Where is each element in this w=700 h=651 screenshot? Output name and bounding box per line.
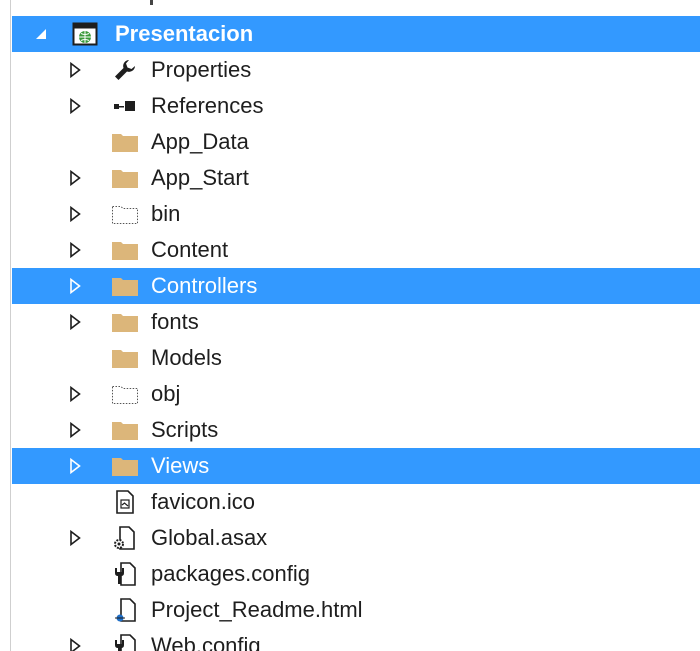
- tree-item-fonts[interactable]: fonts: [12, 304, 700, 340]
- web-project-icon: [70, 16, 100, 52]
- tree-item-obj[interactable]: obj: [12, 376, 700, 412]
- expand-triangle-icon[interactable]: [68, 160, 82, 196]
- folder-icon: [110, 304, 140, 340]
- tree-item-properties[interactable]: Properties: [12, 52, 700, 88]
- expand-triangle-icon[interactable]: [68, 52, 82, 88]
- image-file-icon: [110, 484, 140, 520]
- expand-triangle-icon[interactable]: [68, 196, 82, 232]
- folder-icon: [110, 160, 140, 196]
- tree-item-label: fonts: [151, 309, 199, 334]
- tree-item-app-start[interactable]: App_Start: [12, 160, 700, 196]
- references-icon: [110, 88, 140, 124]
- folder-icon: [110, 412, 140, 448]
- tree-item-label: References: [151, 93, 264, 118]
- tree-root-label: Presentacion: [115, 21, 254, 46]
- expand-triangle-icon[interactable]: [68, 232, 82, 268]
- tree-item-label: Properties: [151, 57, 252, 82]
- tree-item-label: favicon.ico: [151, 489, 255, 514]
- wrench-icon: [110, 52, 140, 88]
- panel-border: [10, 0, 11, 651]
- tree-item-favicon-ico[interactable]: favicon.ico: [12, 484, 700, 520]
- tree-item-web-config[interactable]: Web.config: [12, 628, 700, 651]
- folder-icon: [110, 232, 140, 268]
- folder-icon: [110, 268, 140, 304]
- asax-file-icon: [110, 520, 140, 556]
- tree-item-project-readme-html[interactable]: Project_Readme.html: [12, 592, 700, 628]
- clipped-glyph: [150, 0, 153, 5]
- tree-item-views[interactable]: Views: [12, 448, 700, 484]
- expand-triangle-icon[interactable]: [68, 448, 82, 484]
- solution-tree: Presentacion Properties References App_Dat…: [12, 16, 700, 651]
- tree-item-label: obj: [151, 381, 181, 406]
- expand-triangle-icon[interactable]: [68, 412, 82, 448]
- tree-item-label: Project_Readme.html: [151, 597, 363, 622]
- tree-item-references[interactable]: References: [12, 88, 700, 124]
- tree-item-label: Scripts: [151, 417, 219, 442]
- tree-item-models[interactable]: Models: [12, 340, 700, 376]
- tree-item-bin[interactable]: bin: [12, 196, 700, 232]
- tree-item-app-data[interactable]: App_Data: [12, 124, 700, 160]
- dotted-folder-icon: [110, 196, 140, 232]
- tree-item-label: App_Start: [151, 165, 249, 190]
- folder-icon: [110, 448, 140, 484]
- expand-triangle-icon[interactable]: [68, 268, 82, 304]
- tree-item-label: App_Data: [151, 129, 249, 154]
- tree-item-label: Web.config: [151, 633, 261, 651]
- config-file-icon: [110, 628, 140, 651]
- tree-item-global-asax[interactable]: Global.asax: [12, 520, 700, 556]
- tree-item-scripts[interactable]: Scripts: [12, 412, 700, 448]
- tree-item-label: Content: [151, 237, 229, 262]
- config-file-icon: [110, 556, 140, 592]
- tree-item-label: bin: [151, 201, 181, 226]
- tree-item-packages-config[interactable]: packages.config: [12, 556, 700, 592]
- tree-item-label: Global.asax: [151, 525, 268, 550]
- tree-item-label: packages.config: [151, 561, 310, 586]
- expand-triangle-icon[interactable]: [68, 376, 82, 412]
- tree-item-label: Models: [151, 345, 222, 370]
- expand-triangle-icon[interactable]: [68, 88, 82, 124]
- dotted-folder-icon: [110, 376, 140, 412]
- folder-icon: [110, 340, 140, 376]
- expand-triangle-icon[interactable]: [68, 304, 82, 340]
- folder-icon: [110, 124, 140, 160]
- tree-item-label: Views: [151, 453, 210, 478]
- tree-item-content[interactable]: Content: [12, 232, 700, 268]
- solution-explorer: Presentacion Properties References App_Dat…: [0, 0, 700, 651]
- tree-item-controllers[interactable]: Controllers: [12, 268, 700, 304]
- expand-triangle-icon[interactable]: [68, 628, 82, 651]
- tree-item-label: Controllers: [151, 273, 258, 298]
- expand-triangle-icon[interactable]: [68, 520, 82, 556]
- tree-root-presentacion[interactable]: Presentacion: [12, 16, 700, 52]
- html-file-icon: [110, 592, 140, 628]
- collapse-triangle-icon[interactable]: [34, 16, 48, 52]
